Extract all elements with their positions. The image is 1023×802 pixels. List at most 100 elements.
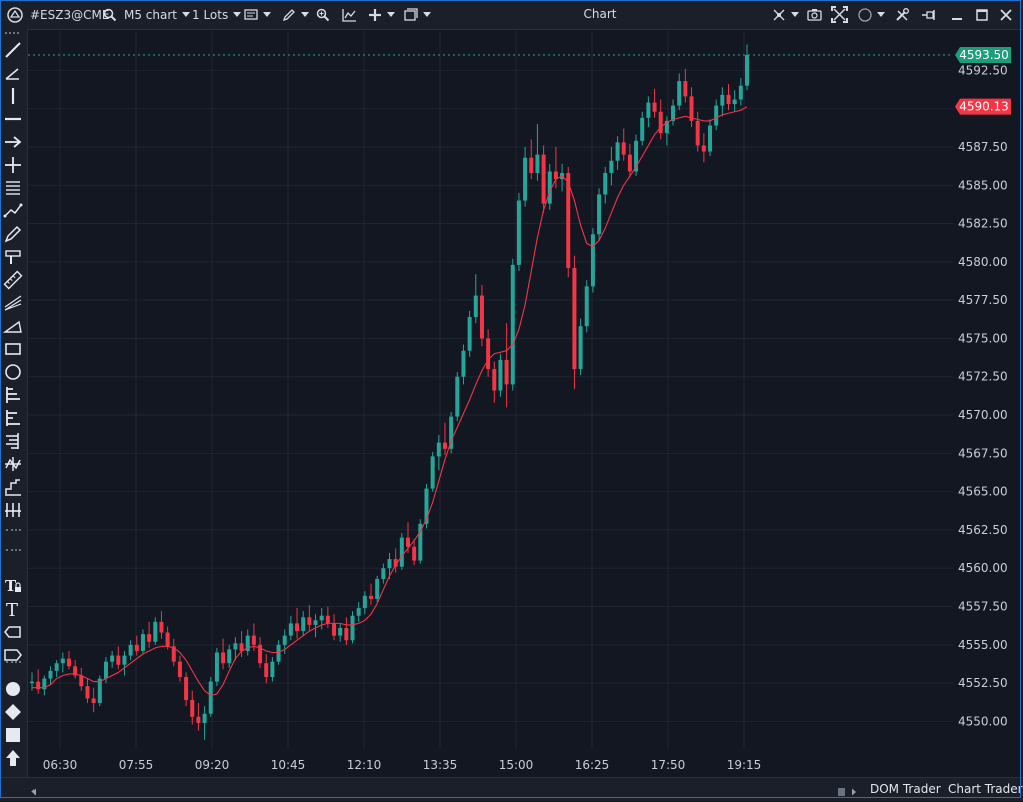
tools-settings-icon[interactable] [895,0,910,29]
app-menu-icon[interactable] [7,0,23,29]
dot-marker-icon[interactable] [3,679,23,699]
price-chart[interactable]: 4592.504590.004587.504585.004582.504580.… [28,29,1023,777]
zoom-icon[interactable] [316,0,330,29]
trend-line-icon[interactable] [3,201,23,221]
window-title: Chart [583,7,617,21]
candle-body [344,627,349,641]
x-axis-tick-label: 09:20 [195,758,230,772]
candle-body [683,81,688,97]
svg-text:T: T [5,577,17,595]
chart-type-dropdown[interactable] [244,0,271,29]
square-marker-icon[interactable] [3,725,23,745]
text-icon[interactable]: T [3,599,23,619]
candle-body [584,286,589,327]
bottom-bar: DOM Trader Chart Trader [0,777,1023,801]
candle-body [362,595,367,609]
candle-body [498,359,503,391]
diamond-marker-icon[interactable] [3,702,23,722]
add-dropdown[interactable] [368,0,395,29]
windows-icon [404,8,418,21]
minimize-icon[interactable] [951,0,963,29]
x-axis-tick-label: 19:15 [727,758,762,772]
pitchfork-icon[interactable] [3,454,23,474]
candle-body [405,537,410,547]
timeframe-label: M5 chart [124,7,177,22]
candle-body [350,615,355,641]
close-icon[interactable] [1000,0,1012,29]
candle-body [387,559,392,569]
price-label-icon[interactable] [3,622,23,642]
chevron-down-icon [263,12,271,17]
y-axis-tick-label: 4557.50 [958,600,1008,614]
drawing-dropdown[interactable] [282,0,309,29]
candle-body [479,295,484,339]
candle-body [436,442,441,457]
candle-body [541,154,546,204]
candle-body [578,326,583,370]
candle-body [128,644,133,656]
candle-body [264,663,269,677]
indicators-icon[interactable] [342,0,357,29]
rectangle-icon[interactable] [3,339,23,359]
y-axis-tick-label: 4552.50 [958,676,1008,690]
fibonacci-fan-icon[interactable] [3,293,23,313]
vertical-line-icon[interactable] [3,86,23,106]
tab-dom-trader[interactable]: DOM Trader [870,778,941,801]
timeframe-dropdown[interactable]: M5 chart [124,0,190,29]
text-lock-icon[interactable]: T [3,576,23,596]
candle-body [251,635,256,645]
candle-body [30,681,34,684]
candle-body [325,615,330,624]
screenshot-icon[interactable] [807,0,822,29]
candle-body [369,595,374,599]
up-arrow-marker-icon[interactable] [3,748,23,768]
fullscreen-icon[interactable] [831,0,848,29]
fib-levels-icon[interactable] [3,431,23,451]
candle-body [745,55,749,86]
link-dropdown[interactable] [772,0,799,29]
layout-dropdown[interactable] [404,0,431,29]
fib-retracement-icon[interactable] [3,385,23,405]
symbol-search-icon[interactable] [103,0,117,29]
line-tool-icon[interactable] [3,40,23,60]
chevron-down-icon [791,12,799,17]
ruler-brush-icon[interactable] [3,247,23,267]
measure-ruler-icon[interactable] [3,270,23,290]
symbol-selector[interactable]: #ESZ3@CME [30,0,109,29]
color-dropdown[interactable] [858,0,885,29]
x-axis-tick-label: 13:35 [423,758,458,772]
maximize-icon[interactable] [976,0,988,29]
candle-body [233,643,238,650]
triangle-icon[interactable] [3,316,23,336]
candle-body [381,568,386,579]
circle-icon[interactable] [3,362,23,382]
fib-extension-icon[interactable] [3,408,23,428]
y-axis-tick-label: 4592.50 [958,63,1008,77]
horizontal-scrollbar[interactable] [28,783,858,796]
candle-body [603,173,608,195]
y-axis-tick-label: 4585.00 [958,178,1008,192]
pin-icon[interactable] [921,0,936,29]
y-axis-tick-label: 4582.50 [958,217,1008,231]
indicator-value-tag-text: 4590.13 [959,100,1009,114]
angle-line-icon[interactable] [3,63,23,83]
step-line-icon[interactable] [3,477,23,497]
lots-dropdown[interactable]: 1 Lots [192,0,242,29]
candle-body [332,623,337,636]
candle-body [621,142,626,155]
tab-chart-trader[interactable]: Chart Trader [948,778,1023,801]
candle-body [97,678,102,704]
candlestick-chart[interactable]: 4592.504590.004587.504585.004582.504580.… [28,29,1023,777]
candle-body [159,621,164,633]
candle-body [646,102,651,118]
arrow-ray-icon[interactable] [3,132,23,152]
gann-icon[interactable] [3,500,23,520]
crosshair-icon[interactable] [3,155,23,175]
candle-body [208,681,213,714]
candle-body [140,634,145,651]
parallel-lines-icon[interactable] [3,178,23,198]
pencil-icon[interactable] [3,224,23,244]
horizontal-line-icon[interactable] [3,109,23,129]
tool-group-separator [6,549,21,555]
x-axis-tick-label: 16:25 [575,758,610,772]
